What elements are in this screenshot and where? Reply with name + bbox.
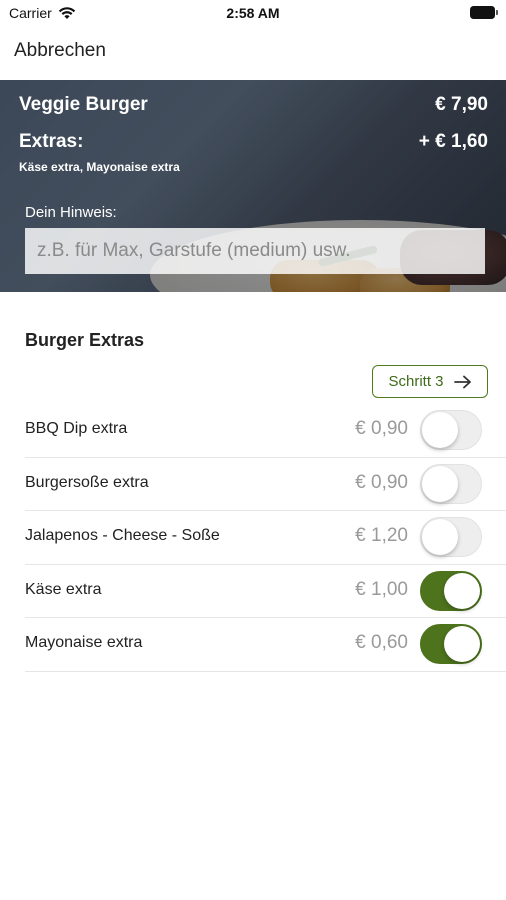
extra-label: Käse extra — [25, 580, 102, 598]
step-label: Schritt 3 — [388, 373, 444, 390]
extra-toggle[interactable] — [420, 410, 482, 450]
battery-icon — [470, 6, 498, 19]
status-time: 2:58 AM — [226, 5, 280, 21]
cancel-button[interactable]: Abbrechen — [14, 40, 106, 62]
hint-input[interactable] — [25, 228, 485, 274]
extra-label: Mayonaise extra — [25, 634, 143, 651]
section-title: Burger Extras — [25, 330, 145, 350]
extra-price: € 1,00 — [355, 578, 408, 600]
extra-toggle[interactable] — [420, 463, 482, 504]
hint-label: Dein Hinweis: — [25, 204, 117, 221]
extra-toggle[interactable] — [420, 570, 482, 611]
selected-extras: Käse extra, Mayonaise extra — [19, 160, 180, 174]
product-name: Veggie Burger — [19, 94, 148, 115]
extra-price: € 0,90 — [355, 471, 408, 493]
extras-list: BBQ Dip extra € 0,90 Burgersoße extra € … — [25, 404, 506, 672]
arrow-right-icon — [453, 375, 471, 388]
status-bar: Carrier 2:58 AM — [0, 0, 506, 26]
extra-price: € 1,20 — [355, 525, 408, 546]
extra-row-mayonaise: Mayonaise extra € 0,60 — [25, 618, 506, 672]
product-price: € 7,90 — [435, 94, 488, 115]
extra-price: € 0,90 — [355, 418, 408, 439]
extra-label: Jalapenos - Cheese - Soße — [25, 527, 220, 544]
extra-row-burgersosse: Burgersoße extra € 0,90 — [25, 458, 506, 511]
extra-toggle[interactable] — [420, 624, 482, 664]
extra-row-kaese: Käse extra € 1,00 — [25, 565, 506, 618]
extra-row-bbq-dip: BBQ Dip extra € 0,90 — [25, 404, 506, 458]
extras-price: + € 1,60 — [418, 131, 488, 152]
extra-label: Burgersoße extra — [25, 473, 149, 491]
step-3-button[interactable]: Schritt 3 — [372, 365, 488, 398]
extra-label: BBQ Dip extra — [25, 420, 128, 437]
extra-toggle[interactable] — [420, 517, 482, 557]
extra-row-jalapenos: Jalapenos - Cheese - Soße € 1,20 — [25, 511, 506, 565]
extras-label: Extras: — [19, 131, 84, 152]
extra-price: € 0,60 — [355, 632, 408, 653]
